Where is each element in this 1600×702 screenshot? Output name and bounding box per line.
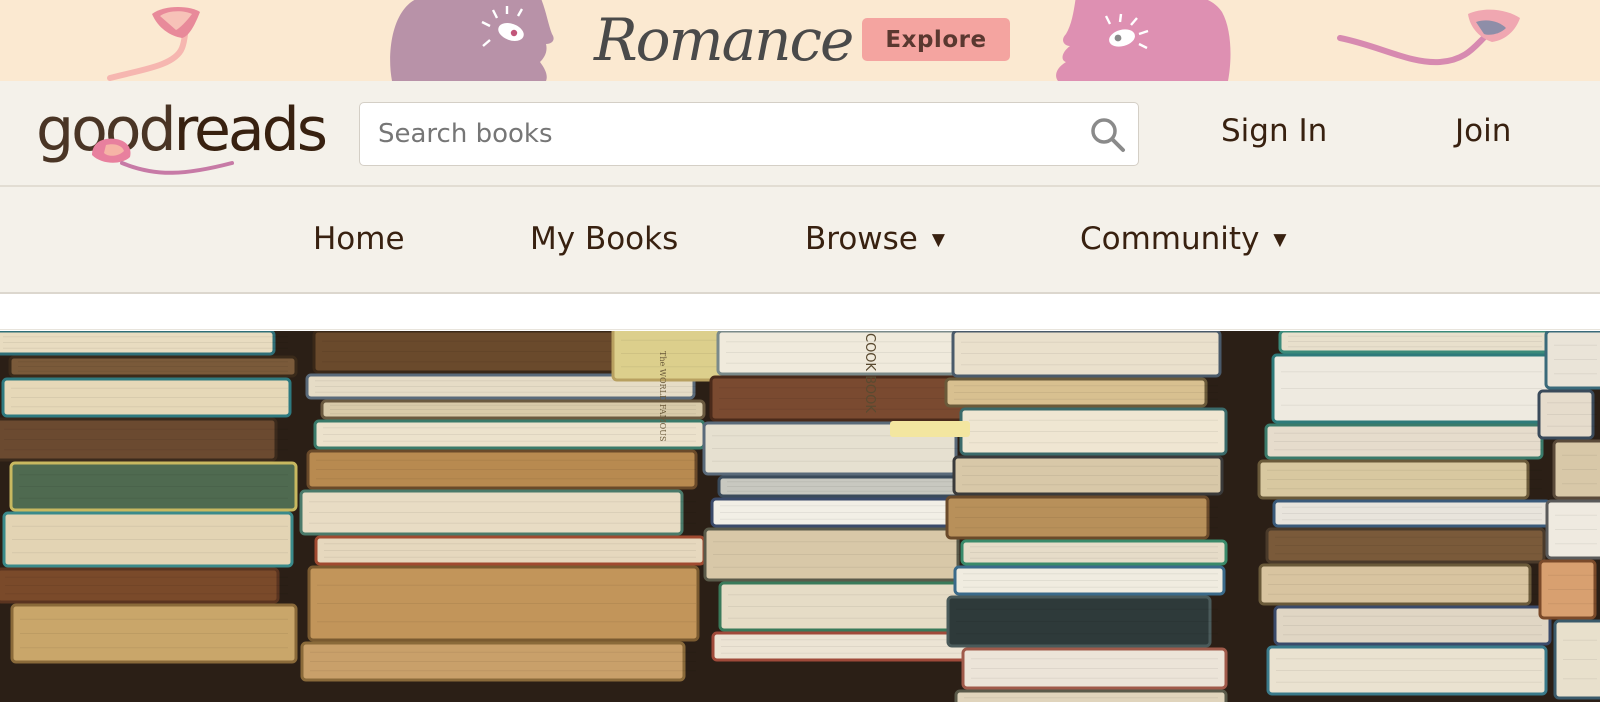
explore-button[interactable]: Explore [862, 18, 1010, 61]
nav-community[interactable]: Community ▼ [1080, 217, 1287, 266]
cookbook-spine-text: COOK BOOK [862, 333, 877, 413]
search-button[interactable] [1086, 113, 1130, 157]
nav-my-books-label: My Books [530, 221, 679, 257]
hero-image: COOK BOOK The WORLD FAMOUS [0, 331, 1600, 702]
nav-home[interactable]: Home [313, 217, 405, 261]
caret-down-icon: ▼ [931, 230, 945, 250]
svg-text:COOK BOOK: COOK BOOK [862, 333, 877, 413]
search-icon [1091, 118, 1125, 152]
main-nav: Home My Books Browse ▼ Community ▼ [0, 187, 1600, 294]
nav-browse-label: Browse [805, 221, 918, 257]
site-header: goodreads Sign In Join [0, 81, 1600, 187]
nav-community-label: Community [1080, 221, 1260, 257]
book-spine-text: The WORLD FAMOUS [658, 351, 667, 441]
join-link[interactable]: Join [1455, 109, 1511, 153]
promo-title: Romance [594, 6, 854, 74]
svg-text:The WORLD FAMOUS: The WORLD FAMOUS [658, 351, 667, 441]
book-stacks-illustration: COOK BOOK The WORLD FAMOUS [0, 331, 1600, 702]
caret-down-icon: ▼ [1273, 230, 1287, 250]
spacer-strip [0, 294, 1600, 330]
nav-home-label: Home [313, 221, 405, 257]
sign-in-link[interactable]: Sign In [1221, 109, 1327, 153]
nav-my-books[interactable]: My Books [530, 217, 678, 261]
goodreads-logo[interactable]: goodreads [36, 95, 346, 175]
search-input[interactable] [360, 103, 1078, 165]
promo-banner[interactable]: Romance Explore [0, 0, 1600, 81]
flower-icon [92, 138, 234, 175]
search-box [359, 102, 1139, 166]
nav-browse[interactable]: Browse ▼ [805, 217, 945, 266]
